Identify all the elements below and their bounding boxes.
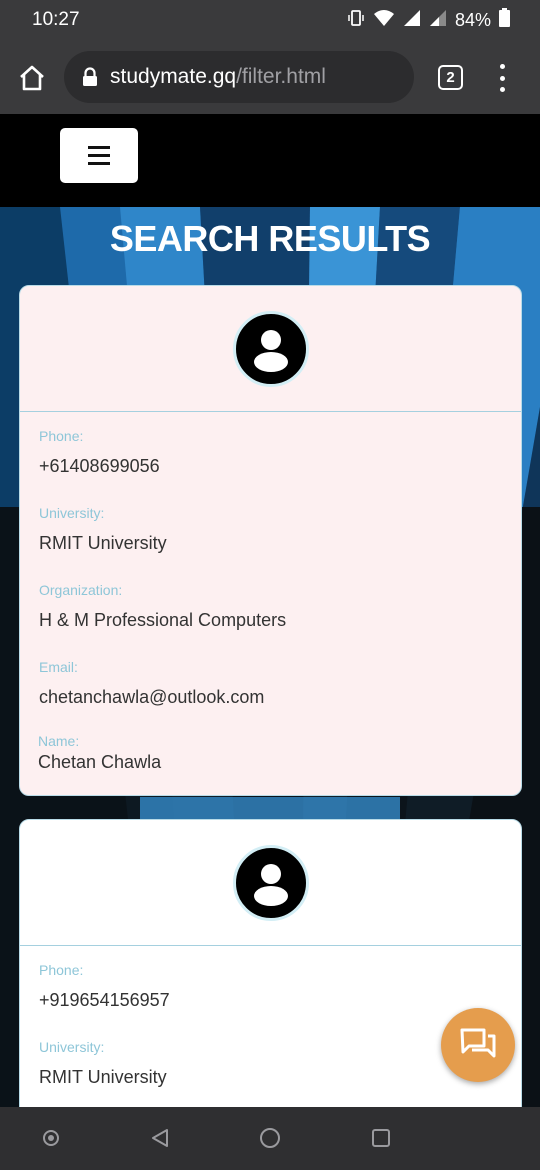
lock-icon [80,66,100,88]
hamburger-menu-button[interactable] [60,128,138,183]
status-icons: 84% [347,8,510,32]
email-value: chetanchawla@outlook.com [39,687,265,707]
wifi-icon [373,9,395,32]
back-icon [152,1129,168,1147]
recents-button[interactable] [366,1123,396,1153]
site-navbar [0,114,540,207]
organization-value: H & M Professional Computers [39,610,287,630]
name-label: Name: [38,733,80,749]
home-icon [20,65,44,91]
avatar [233,311,309,387]
chat-icon [460,1028,496,1058]
battery-icon [499,8,510,32]
vibrate-icon [347,9,365,32]
signal-roaming-icon [429,9,447,32]
result-card: Phone: +919654156957 University: RMIT Un… [19,819,522,1119]
home-nav-button[interactable] [255,1123,285,1153]
battery-percent: 84% [454,9,491,30]
chat-button[interactable] [441,1008,515,1082]
avatar [233,845,309,921]
home-button[interactable] [14,60,50,96]
university-label: University: [39,505,105,521]
phone-label: Phone: [39,428,84,444]
tab-switcher-button[interactable]: 2 [438,65,463,90]
address-bar[interactable]: studymate.gq/filter.html [64,51,414,103]
browser-toolbar: studymate.gq/filter.html 2 [0,40,540,114]
card-header [20,820,521,946]
status-time: 10:27 [32,9,80,30]
card-header [20,286,521,412]
square-icon [372,1129,390,1147]
status-bar: 10:27 84% [0,0,540,40]
back-button[interactable] [145,1123,175,1153]
overflow-menu-button[interactable] [494,64,510,92]
email-label: Email: [39,659,78,675]
result-card: Phone: +61408699056 University: RMIT Uni… [19,285,522,796]
phone-value: +919654156957 [39,990,170,1010]
url-path: /filter.html [236,65,326,88]
university-value: RMIT University [39,533,167,553]
university-label: University: [39,1039,105,1055]
organization-label: Organization: [39,582,123,598]
phone-value: +61408699056 [39,456,160,476]
url-domain: studymate.gq [110,65,237,88]
circle-icon [260,1128,280,1148]
user-icon [254,330,288,372]
university-value: RMIT University [39,1067,167,1087]
dot-icon [43,1130,59,1146]
page-title: SEARCH RESULTS [109,218,431,259]
assistant-button[interactable] [36,1123,66,1153]
name-value: Chetan Chawla [38,752,162,772]
phone-label: Phone: [39,962,84,978]
user-icon [254,864,288,906]
system-nav-bar [0,1107,540,1170]
signal-icon [403,9,421,32]
